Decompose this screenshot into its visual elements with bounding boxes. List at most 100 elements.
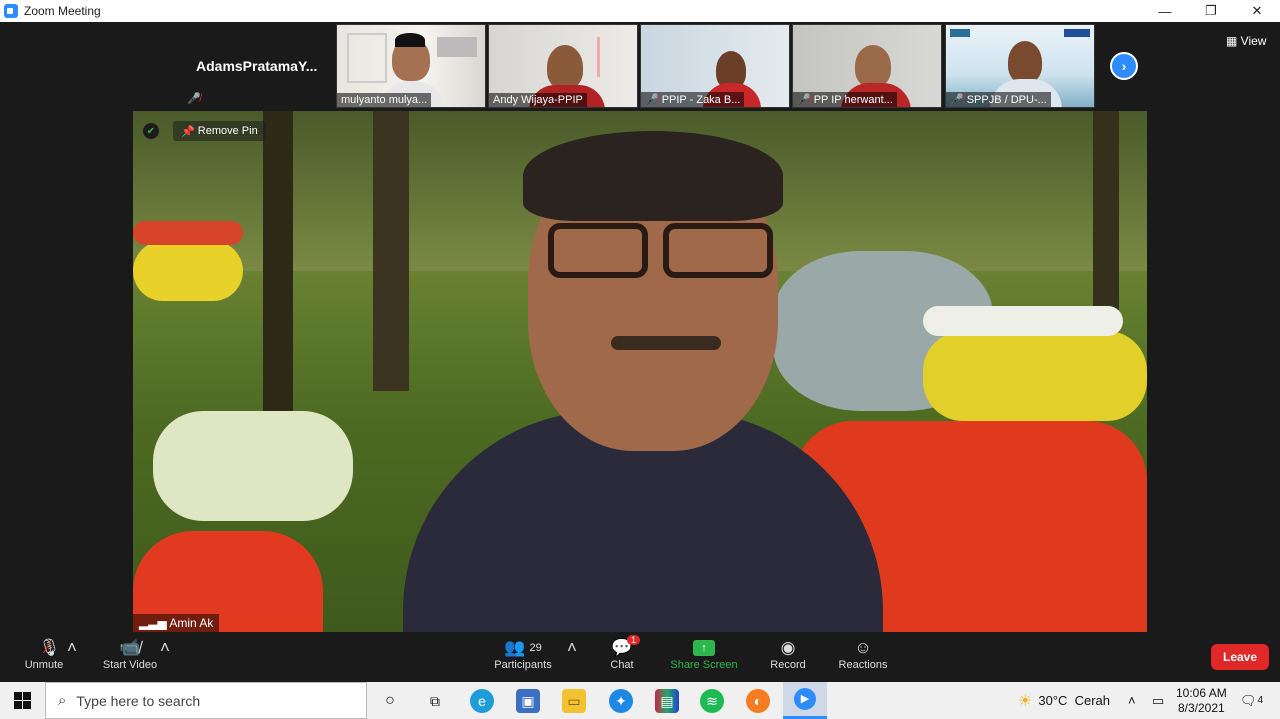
participants-options-button[interactable]: ˄: [567, 637, 577, 659]
tree-trunk: [373, 111, 409, 391]
cortana-icon[interactable]: ○: [378, 689, 402, 713]
view-button[interactable]: ▦ View: [1226, 34, 1266, 48]
zoom-taskbar-icon[interactable]: ▶: [783, 682, 827, 719]
chat-badge: 1: [626, 635, 640, 645]
grid-icon: ▦: [1226, 34, 1241, 48]
chevron-right-icon: ›: [1121, 58, 1127, 74]
battery-icon[interactable]: ▭: [1152, 682, 1164, 719]
pin-icon: 📌: [181, 125, 198, 138]
yellow-tulips: [923, 331, 1147, 421]
speaker-mustache: [611, 336, 721, 350]
safari-like-icon[interactable]: ✦: [609, 689, 633, 713]
share-screen-icon: ↑: [670, 637, 738, 659]
tree-trunk: [263, 111, 293, 411]
muted-mic-icon: 🎤̸: [950, 94, 964, 106]
muted-mic-icon: 🎤̸: [797, 94, 811, 106]
windows-taskbar: ⌕ Type here to search ○ ⧉ e ▣ ▭ ✦ ▤ ≋ ◐ …: [0, 682, 1280, 719]
participant-tile[interactable]: 🎤̸ PPIP - Zaka B...: [640, 24, 790, 108]
spotify-icon[interactable]: ≋: [700, 689, 724, 713]
notification-icon: 🗨: [1240, 692, 1257, 708]
audio-options-button[interactable]: ˄: [67, 637, 77, 659]
flamingo-decoration: [597, 37, 615, 77]
show-hidden-icons-button[interactable]: ˄: [1128, 682, 1136, 719]
participant-cap: [395, 33, 425, 47]
video-off-icon: 📹̸: [119, 638, 141, 657]
notification-center-button[interactable]: 🗨 4: [1240, 682, 1263, 719]
participant-name: 🎤̸ SPPJB / DPU-...: [946, 92, 1051, 107]
speaker-name-label: ▂▃▅ Amin Ak: [133, 614, 220, 632]
minimize-button[interactable]: —: [1142, 0, 1188, 22]
start-video-button[interactable]: 📹̸ Start Video: [100, 637, 160, 671]
reactions-button[interactable]: ☺ Reactions: [838, 637, 888, 671]
active-speaker-video[interactable]: ✔ 📌 Remove Pin ▂▃▅ Amin Ak: [133, 111, 1147, 632]
chevron-up-icon: ˄: [1128, 693, 1136, 708]
chat-icon: 💬 1: [608, 635, 640, 659]
remove-pin-button[interactable]: 📌 Remove Pin: [173, 121, 266, 141]
record-button[interactable]: ◉ Record: [768, 637, 808, 671]
file-explorer-icon[interactable]: ▭: [562, 689, 586, 713]
unmute-button[interactable]: 🎙 ⁄ Unmute: [22, 637, 66, 671]
notification-count: 4: [1257, 695, 1264, 706]
participant-face: [547, 45, 583, 89]
taskbar-search-box[interactable]: ⌕ Type here to search: [45, 682, 367, 719]
muted-mic-icon: 🎤̸: [187, 93, 201, 105]
edge-icon[interactable]: e: [470, 689, 494, 713]
yellow-tulips: [133, 241, 243, 301]
white-tulips: [923, 306, 1123, 336]
chevron-up-icon: ˄: [67, 638, 77, 657]
participant-face: [855, 45, 891, 87]
restore-button[interactable]: ❐: [1188, 0, 1234, 22]
search-placeholder: Type here to search: [76, 692, 201, 709]
participant-tile[interactable]: Andy Wijaya-PPIP: [488, 24, 638, 108]
share-screen-button[interactable]: ↑ Share Screen: [670, 637, 738, 671]
signal-icon: ▂▃▅: [139, 616, 170, 630]
participants-icon: 👥 29: [504, 638, 542, 657]
speaker-hair: [523, 131, 783, 221]
firefox-icon[interactable]: ◐: [746, 689, 770, 713]
muted-mic-icon: 🎤̸: [645, 94, 659, 106]
muted-mic-icon: 🎙 ⁄: [38, 638, 61, 657]
weather-widget[interactable]: ☀ 30°C Cerah: [1018, 682, 1110, 719]
participant-tile[interactable]: 🎤̸ PP IP herwant...: [792, 24, 942, 108]
participant-name: Andy Wijaya-PPIP: [489, 93, 587, 107]
chevron-up-icon: ˄: [567, 638, 577, 657]
store-icon[interactable]: ▣: [516, 689, 540, 713]
photo-app-icon[interactable]: ▤: [655, 689, 679, 713]
search-icon: ⌕: [58, 692, 67, 709]
chat-button[interactable]: 💬 1 Chat: [608, 635, 640, 671]
meeting-area: AdamsPratamaY... 🎤̸ mulyanto mulya... An…: [0, 22, 1280, 633]
shield-icon: ✔: [143, 123, 159, 139]
participant-name: mulyanto mulya...: [337, 93, 432, 107]
record-icon: ◉: [780, 638, 796, 657]
banner-logo: [950, 29, 970, 37]
banner-logo: [1064, 29, 1090, 37]
meeting-toolbar: 🎙 ⁄ Unmute ˄ 📹̸ Start Video ˄ 👥 29 Partici…: [0, 633, 1280, 681]
leave-button[interactable]: Leave: [1211, 644, 1269, 670]
white-tulips: [153, 411, 353, 521]
tree-trunk: [1093, 111, 1119, 311]
self-video-tile[interactable]: AdamsPratamaY... 🎤̸: [183, 24, 333, 108]
self-name: AdamsPratamaY...: [196, 58, 318, 74]
video-options-button[interactable]: ˄: [160, 637, 170, 659]
chevron-up-icon: ˄: [160, 638, 170, 657]
task-view-icon[interactable]: ⧉: [423, 689, 447, 713]
red-tulips: [133, 221, 243, 245]
participant-face: [1008, 41, 1042, 83]
start-button[interactable]: [0, 682, 45, 719]
window-title: Zoom Meeting: [24, 4, 101, 18]
shelf-image: [437, 37, 477, 57]
windows-logo-icon: [14, 692, 31, 709]
glasses-left-lens: [548, 223, 648, 278]
participant-tile[interactable]: 🎤̸ SPPJB / DPU-...: [945, 24, 1095, 108]
shelf-image: [347, 33, 387, 83]
glasses-right-lens: [663, 223, 773, 278]
next-page-button[interactable]: ›: [1110, 52, 1138, 80]
participant-name: 🎤̸ PPIP - Zaka B...: [641, 92, 745, 107]
window-titlebar: Zoom Meeting — ❐ ✕: [0, 0, 1280, 22]
participants-button[interactable]: 👥 29 Participants: [493, 637, 553, 671]
participant-tile[interactable]: mulyanto mulya...: [336, 24, 486, 108]
clock[interactable]: 10:06 AM 8/3/2021: [1176, 682, 1227, 719]
close-button[interactable]: ✕: [1234, 0, 1280, 22]
smiley-plus-icon: ☺: [854, 638, 872, 657]
participant-name: 🎤̸ PP IP herwant...: [793, 92, 897, 107]
